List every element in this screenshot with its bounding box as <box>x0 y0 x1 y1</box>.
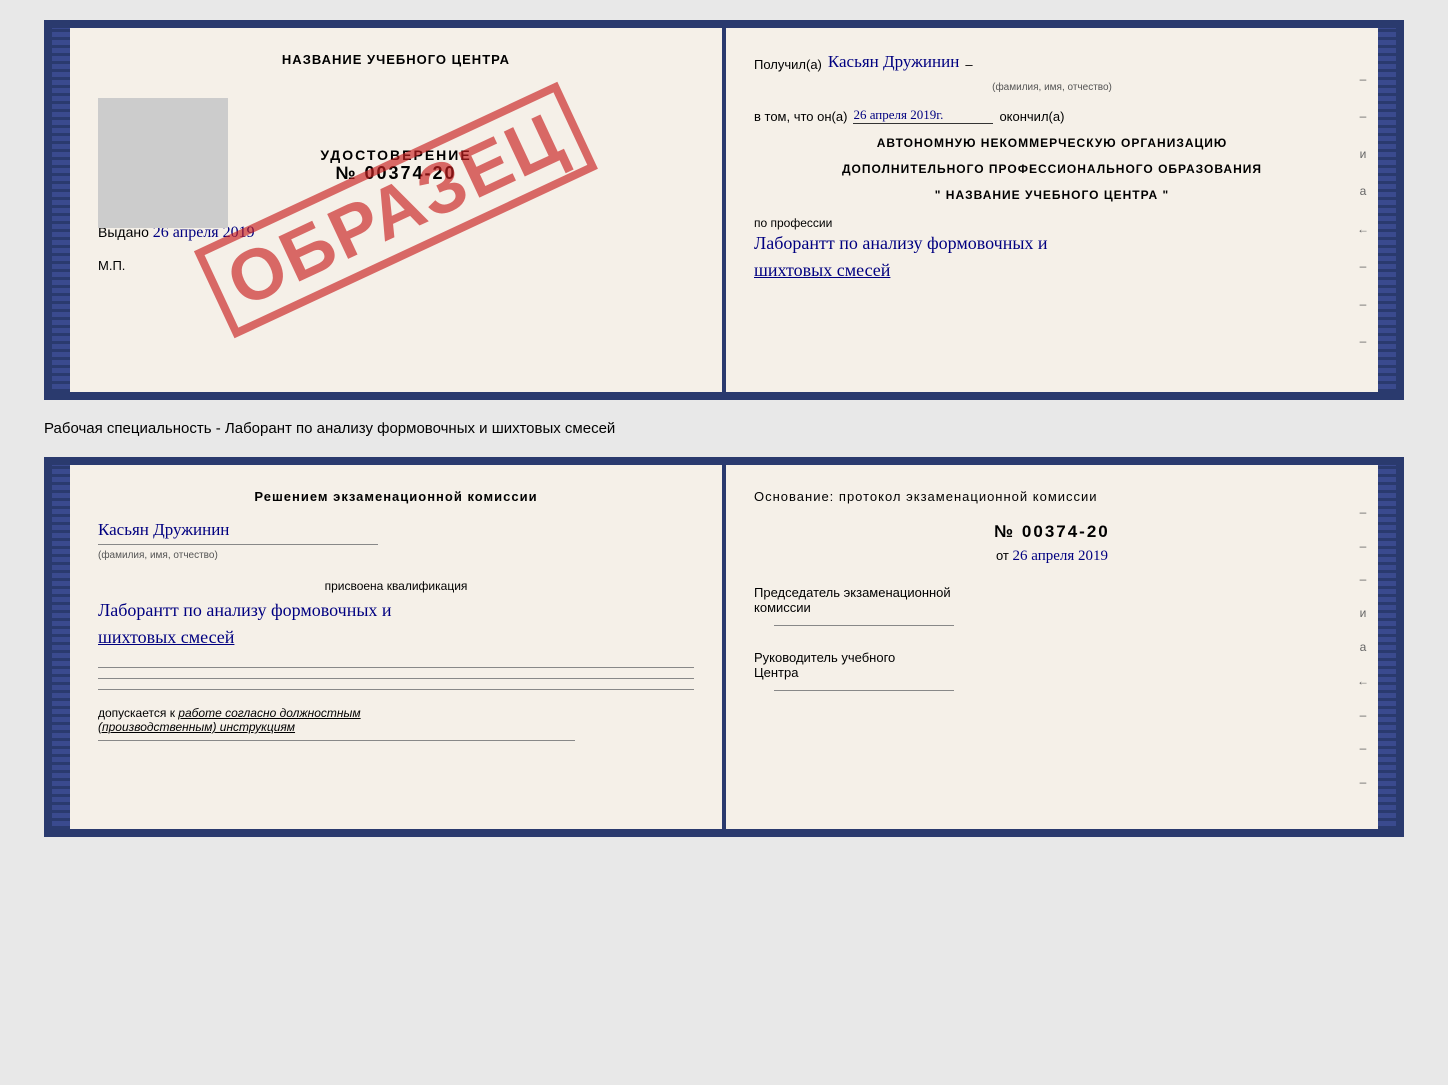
cert-number: № 00374-20 <box>335 163 456 183</box>
dopusk-work2: (производственным) инструкциям <box>98 720 295 734</box>
bottom-right-panel: Основание: протокол экзаменационной коми… <box>726 465 1378 829</box>
received-name: Касьян Дружинин <box>828 52 959 72</box>
completed-label: окончил(а) <box>999 109 1064 124</box>
sig-line-2 <box>98 678 694 679</box>
name-subtitle: (фамилия, имя, отчество) <box>754 82 1350 93</box>
profession-text: Лаборантт по анализу формовочных и <box>754 230 1350 257</box>
profession-label: по профессии <box>754 216 1350 230</box>
cert-school-title: НАЗВАНИЕ УЧЕБНОГО ЦЕНТРА <box>98 52 694 67</box>
received-label: Получил(а) <box>754 57 822 72</box>
org-line1: АВТОНОМНУЮ НЕКОММЕРЧЕСКУЮ ОРГАНИЗАЦИЮ <box>754 136 1350 150</box>
dopusk-work: работе согласно должностным <box>178 706 360 720</box>
completed-date: 26 апреля 2019г. <box>853 107 993 124</box>
dopusk-underline <box>98 740 575 741</box>
middle-specialty-label: Рабочая специальность - Лаборант по анал… <box>44 416 1404 441</box>
in-that-label: в том, что он(а) <box>754 109 847 124</box>
bottom-left-panel: Решением экзаменационной комиссии Касьян… <box>70 465 726 829</box>
from-label: от <box>996 548 1009 563</box>
spine-left <box>52 28 70 392</box>
head-block: Руководитель учебного Центра <box>754 650 1350 691</box>
received-line: Получил(а) Касьян Дружинин – <box>754 52 1350 72</box>
bottom-spine-right <box>1378 465 1396 829</box>
commission-decision-title: Решением экзаменационной комиссии <box>98 489 694 504</box>
bottom-right-binding-marks: – – – и а ← – – – <box>1348 465 1378 829</box>
sig-line-3 <box>98 689 694 690</box>
from-date: от 26 апреля 2019 <box>754 548 1350 565</box>
qual-label: присвоена квалификация <box>98 579 694 593</box>
protocol-number: № 00374-20 <box>754 522 1350 542</box>
document-container: НАЗВАНИЕ УЧЕБНОГО ЦЕНТРА УДОСТОВЕРЕНИЕ №… <box>44 20 1404 837</box>
cert-photo-placeholder <box>98 98 228 228</box>
bottom-spine-left <box>52 465 70 829</box>
bottom-document: Решением экзаменационной комиссии Касьян… <box>44 457 1404 837</box>
basis-title: Основание: протокол экзаменационной коми… <box>754 489 1350 504</box>
completed-line: в том, что он(а) 26 апреля 2019г. окончи… <box>754 107 1350 124</box>
sig-line-1 <box>98 667 694 668</box>
chair-title: Председатель экзаменационной комиссии <box>754 585 1350 615</box>
name-subtitle-bottom: (фамилия, имя, отчество) <box>98 550 218 561</box>
right-binding-marks: – – и а ← – – – <box>1348 28 1378 392</box>
head-sign-line <box>774 690 954 691</box>
dopusk-text: допускается к работе согласно должностны… <box>98 706 694 734</box>
certificate-left-panel: НАЗВАНИЕ УЧЕБНОГО ЦЕНТРА УДОСТОВЕРЕНИЕ №… <box>70 28 726 392</box>
top-document: НАЗВАНИЕ УЧЕБНОГО ЦЕНТРА УДОСТОВЕРЕНИЕ №… <box>44 20 1404 400</box>
org-name: " НАЗВАНИЕ УЧЕБНОГО ЦЕНТРА " <box>754 188 1350 202</box>
certificate-right-panel: Получил(а) Касьян Дружинин – (фамилия, и… <box>726 28 1378 392</box>
signature-lines <box>98 667 694 690</box>
dopusk-label: допускается к <box>98 706 175 720</box>
bottom-name: Касьян Дружинин <box>98 520 694 540</box>
qual-text: Лаборантт по анализу формовочных и <box>98 597 694 624</box>
from-date-value: 26 апреля 2019 <box>1013 548 1109 564</box>
chairman-block: Председатель экзаменационной комиссии <box>754 585 1350 626</box>
name-underline <box>98 544 378 545</box>
chair-sign-line <box>774 625 954 626</box>
spine-right <box>1378 28 1396 392</box>
profession-text2: шихтовых смесей <box>754 257 1350 284</box>
head-title: Руководитель учебного Центра <box>754 650 1350 680</box>
org-line2: ДОПОЛНИТЕЛЬНОГО ПРОФЕССИОНАЛЬНОГО ОБРАЗО… <box>754 162 1350 176</box>
obrazec-stamp: ОБРАЗЕЦ <box>194 82 598 339</box>
cert-mp: М.П. <box>98 258 694 273</box>
qual-text2: шихтовых смесей <box>98 624 694 651</box>
dash-separator: – <box>965 57 972 72</box>
